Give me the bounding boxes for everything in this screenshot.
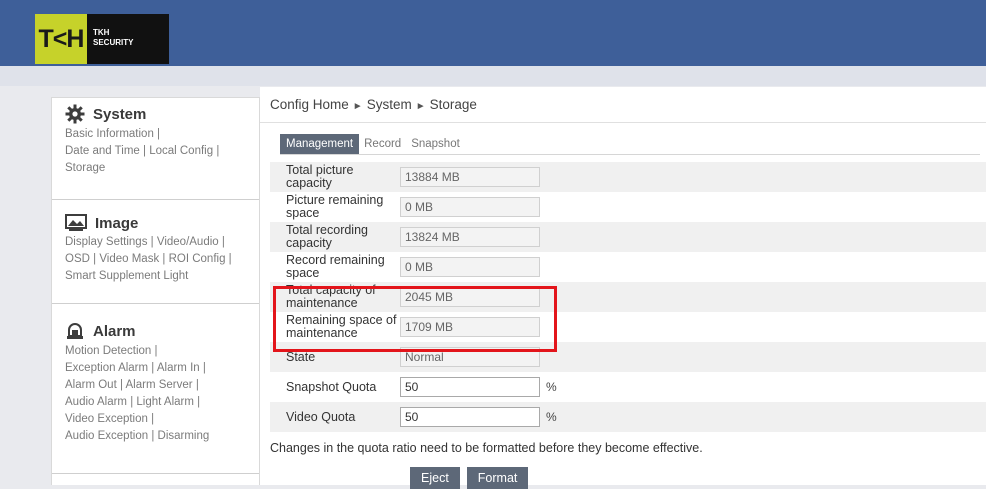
image-links: Display Settings | Video/Audio | OSD | V… (65, 236, 232, 282)
row-remaining-space-of-maintenance: Remaining space of maintenance (270, 312, 986, 342)
total-recording-capacity-field (400, 227, 540, 247)
label-total-capacity-of-maintenance: Total capacity of maintenance (286, 283, 376, 310)
top-header-bar: T<H TKH SECURITY (0, 0, 986, 66)
link-audio-alarm[interactable]: Audio Alarm (65, 396, 127, 408)
row-total-capacity-of-maintenance: Total capacity of maintenance (270, 282, 986, 312)
label-total-recording-capacity: Total recording capacity (286, 223, 368, 250)
row-video-quota: Video Quota % (270, 402, 986, 432)
label-total-picture-capacity: Total picture capacity (286, 163, 354, 190)
logo-text: TKH SECURITY (87, 14, 169, 64)
label-record-remaining-space: Record remaining space (286, 253, 385, 280)
video-quota-input[interactable] (400, 407, 540, 427)
link-motion-detection[interactable]: Motion Detection (65, 345, 151, 357)
link-alarm-in[interactable]: Alarm In (157, 362, 200, 374)
link-basic-information[interactable]: Basic Information (65, 128, 154, 140)
row-state: State (270, 342, 986, 372)
link-disarming[interactable]: Disarming (158, 430, 210, 442)
row-picture-remaining-space: Picture remaining space (270, 192, 986, 222)
sidebar-title-alarm: Alarm (93, 322, 136, 340)
quota-format-note: Changes in the quota ratio need to be fo… (270, 441, 703, 455)
row-total-picture-capacity: Total picture capacity (270, 162, 986, 192)
link-roi-config[interactable]: ROI Config (169, 253, 226, 265)
snapshot-quota-input[interactable] (400, 377, 540, 397)
eject-button[interactable]: Eject (410, 467, 460, 489)
sidebar-section-alarm: Alarm Motion Detection | Exception Alarm… (52, 304, 259, 474)
picture-remaining-space-field (400, 197, 540, 217)
tab-snapshot[interactable]: Snapshot (406, 134, 465, 154)
breadcrumb-arrow-icon: ► (352, 101, 363, 112)
sidebar-heading-system[interactable]: System (65, 104, 249, 124)
video-quota-unit: % (546, 410, 557, 424)
config-sidebar: System Basic Information | Date and Time… (51, 97, 260, 485)
alarm-links: Motion Detection | Exception Alarm | Ala… (65, 345, 210, 442)
state-field (400, 347, 540, 367)
link-local-config[interactable]: Local Config (149, 145, 213, 157)
label-remaining-space-of-maintenance: Remaining space of maintenance (286, 313, 397, 340)
link-exception-alarm[interactable]: Exception Alarm (65, 362, 148, 374)
row-total-recording-capacity: Total recording capacity (270, 222, 986, 252)
link-smart-supplement-light[interactable]: Smart Supplement Light (65, 270, 188, 282)
link-alarm-server[interactable]: Alarm Server (126, 379, 193, 391)
storage-tabs: Management Record Snapshot (280, 134, 465, 154)
alarm-bell-icon (65, 321, 85, 341)
total-maintenance-capacity-field (400, 287, 540, 307)
sidebar-section-system: System Basic Information | Date and Time… (52, 98, 259, 200)
sidebar-heading-alarm[interactable]: Alarm (65, 321, 249, 341)
image-monitor-icon (65, 214, 87, 232)
label-picture-remaining-space: Picture remaining space (286, 193, 384, 220)
tab-record[interactable]: Record (359, 134, 406, 154)
breadcrumb-arrow-icon: ► (415, 101, 426, 112)
sidebar-title-system: System (93, 105, 147, 123)
link-storage[interactable]: Storage (65, 162, 105, 174)
tab-management[interactable]: Management (280, 134, 360, 154)
breadcrumb: Config Home ► System ► Storage (270, 97, 477, 112)
action-buttons: Eject Format (410, 467, 529, 489)
link-date-and-time[interactable]: Date and Time (65, 145, 140, 157)
record-remaining-space-field (400, 257, 540, 277)
tab-underline (280, 154, 980, 155)
remaining-maintenance-space-field (400, 317, 540, 337)
label-snapshot-quota: Snapshot Quota (286, 379, 377, 394)
snapshot-quota-unit: % (546, 380, 557, 394)
logo-line-2: SECURITY (93, 38, 134, 47)
storage-info-table: Total picture capacity Picture remaining… (270, 162, 986, 432)
row-record-remaining-space: Record remaining space (270, 252, 986, 282)
logo-line-1: TKH (93, 28, 110, 37)
link-alarm-out[interactable]: Alarm Out (65, 379, 117, 391)
link-light-alarm[interactable]: Light Alarm (136, 396, 194, 408)
tkh-security-logo: T<H TKH SECURITY (35, 14, 169, 64)
breadcrumb-divider (260, 122, 986, 123)
link-video-mask[interactable]: Video Mask (99, 253, 159, 265)
sidebar-section-image: Image Display Settings | Video/Audio | O… (52, 200, 259, 304)
row-snapshot-quota: Snapshot Quota % (270, 372, 986, 402)
sidebar-heading-image[interactable]: Image (65, 214, 249, 232)
system-links: Basic Information | Date and Time | Loca… (65, 128, 220, 174)
label-video-quota: Video Quota (286, 409, 356, 424)
breadcrumb-system[interactable]: System (367, 97, 412, 112)
breadcrumb-storage: Storage (429, 97, 477, 112)
total-picture-capacity-field (400, 167, 540, 187)
storage-main-panel: Config Home ► System ► Storage Management Re… (260, 87, 986, 489)
header-band (0, 66, 986, 86)
sidebar-title-image: Image (95, 214, 139, 232)
label-state: State (286, 349, 316, 364)
link-video-audio[interactable]: Video/Audio (157, 236, 219, 248)
link-video-exception[interactable]: Video Exception (65, 413, 148, 425)
format-button[interactable]: Format (466, 467, 529, 489)
link-osd[interactable]: OSD (65, 253, 90, 265)
logo-mark: T<H (35, 14, 87, 64)
breadcrumb-config-home[interactable]: Config Home (270, 97, 349, 112)
link-display-settings[interactable]: Display Settings (65, 236, 147, 248)
link-audio-exception[interactable]: Audio Exception (65, 430, 148, 442)
gear-icon (65, 104, 85, 124)
